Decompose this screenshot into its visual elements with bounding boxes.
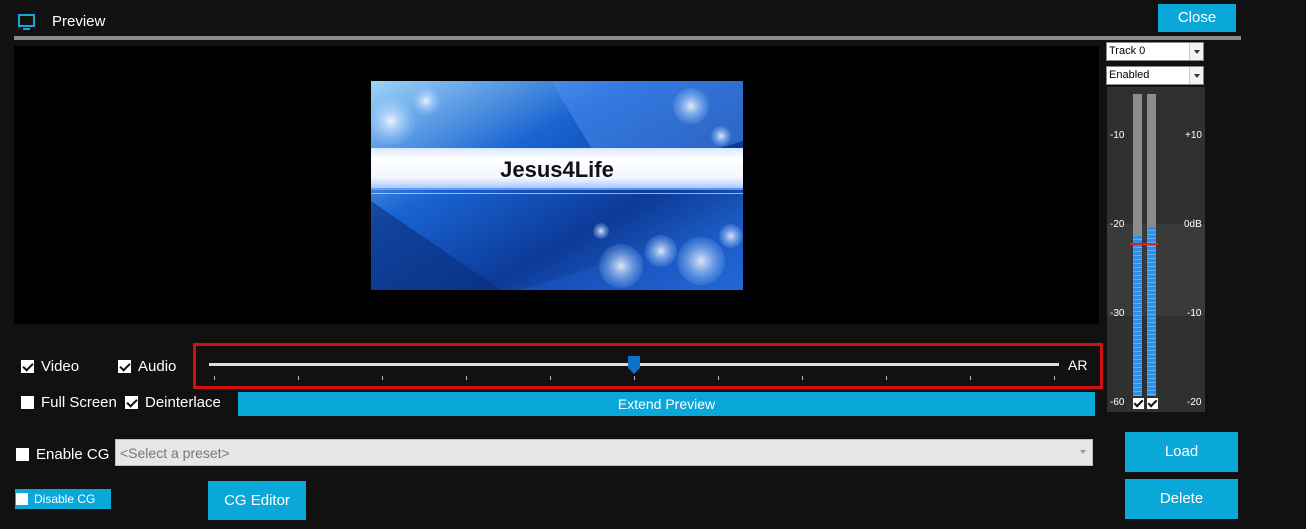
slider-tick [1054, 376, 1055, 380]
peak-indicator-line [1130, 243, 1158, 245]
left-channel-meter [1133, 94, 1142, 396]
delete-button[interactable]: Delete [1125, 479, 1238, 519]
preview-video-frame: Jesus4Life [371, 81, 743, 290]
video-checkbox-box[interactable] [21, 360, 34, 373]
preset-select[interactable]: <Select a preset> [115, 439, 1093, 466]
disable-cg-checkbox-box[interactable] [16, 493, 28, 505]
track-select[interactable]: Track 0 [1106, 42, 1204, 61]
preview-video-image: Jesus4Life [371, 81, 743, 290]
audio-status-select-value: Enabled [1109, 69, 1150, 81]
preview-overlay-text: Jesus4Life [500, 157, 614, 182]
meter-scale-band [1107, 224, 1205, 316]
slider-highlight-box [193, 343, 1103, 389]
title-divider [14, 36, 1241, 40]
close-button[interactable]: Close [1158, 4, 1236, 32]
chevron-down-icon [1080, 450, 1086, 454]
window-title: Preview [52, 13, 106, 30]
slider-tick [802, 376, 803, 380]
full-screen-checkbox-label: Full Screen [41, 394, 117, 411]
deinterlace-checkbox-label: Deinterlace [145, 394, 221, 411]
left-channel-checkbox[interactable] [1133, 398, 1144, 409]
track-select-value: Track 0 [1109, 45, 1146, 57]
preset-select-value: <Select a preset> [120, 445, 230, 461]
left-scale-label: -30 [1110, 308, 1125, 319]
disable-cg-checkbox[interactable]: Disable CG [15, 489, 111, 509]
right-scale-label: +10 [1185, 130, 1202, 141]
full-screen-checkbox[interactable]: Full Screen [21, 394, 117, 411]
full-screen-checkbox-box[interactable] [21, 396, 34, 409]
right-scale-label: 0dB [1184, 219, 1202, 230]
right-channel-meter [1147, 94, 1156, 396]
left-scale-label: -60 [1110, 397, 1125, 408]
audio-status-select[interactable]: Enabled [1106, 66, 1204, 85]
left-scale-label: -20 [1110, 219, 1125, 230]
right-channel-level [1147, 226, 1156, 396]
disable-cg-checkbox-label: Disable CG [34, 492, 96, 506]
video-checkbox-label: Video [41, 358, 80, 375]
slider-tick [718, 376, 719, 380]
slider-tick [970, 376, 971, 380]
chevron-down-icon [1189, 67, 1203, 84]
enable-cg-checkbox[interactable]: Enable CG [16, 446, 109, 463]
right-scale-label: -20 [1187, 397, 1202, 408]
deinterlace-checkbox[interactable]: Deinterlace [125, 394, 221, 411]
audio-checkbox-box[interactable] [118, 360, 131, 373]
enable-cg-checkbox-box[interactable] [16, 448, 29, 461]
slider-tick [466, 376, 467, 380]
deinterlace-checkbox-box[interactable] [125, 396, 138, 409]
audio-checkbox-label: Audio [138, 358, 177, 375]
left-channel-level [1133, 235, 1142, 396]
slider-tick [214, 376, 215, 380]
slider-tick [550, 376, 551, 380]
slider-tick [634, 376, 635, 380]
monitor-icon [18, 14, 35, 30]
slider-tick [298, 376, 299, 380]
cg-editor-button[interactable]: CG Editor [208, 481, 306, 520]
video-checkbox[interactable]: Video [21, 358, 79, 375]
enable-cg-checkbox-label: Enable CG [36, 446, 110, 463]
extend-preview-button[interactable]: Extend Preview [238, 392, 1095, 416]
right-channel-checkbox[interactable] [1147, 398, 1158, 409]
slider-end-label: AR [1068, 357, 1088, 373]
slider-tick [382, 376, 383, 380]
slider-tick [886, 376, 887, 380]
left-scale-label: -10 [1110, 130, 1125, 141]
load-button[interactable]: Load [1125, 432, 1238, 472]
right-scale-label: -10 [1187, 308, 1202, 319]
chevron-down-icon [1189, 43, 1203, 60]
audio-checkbox[interactable]: Audio [118, 358, 176, 375]
